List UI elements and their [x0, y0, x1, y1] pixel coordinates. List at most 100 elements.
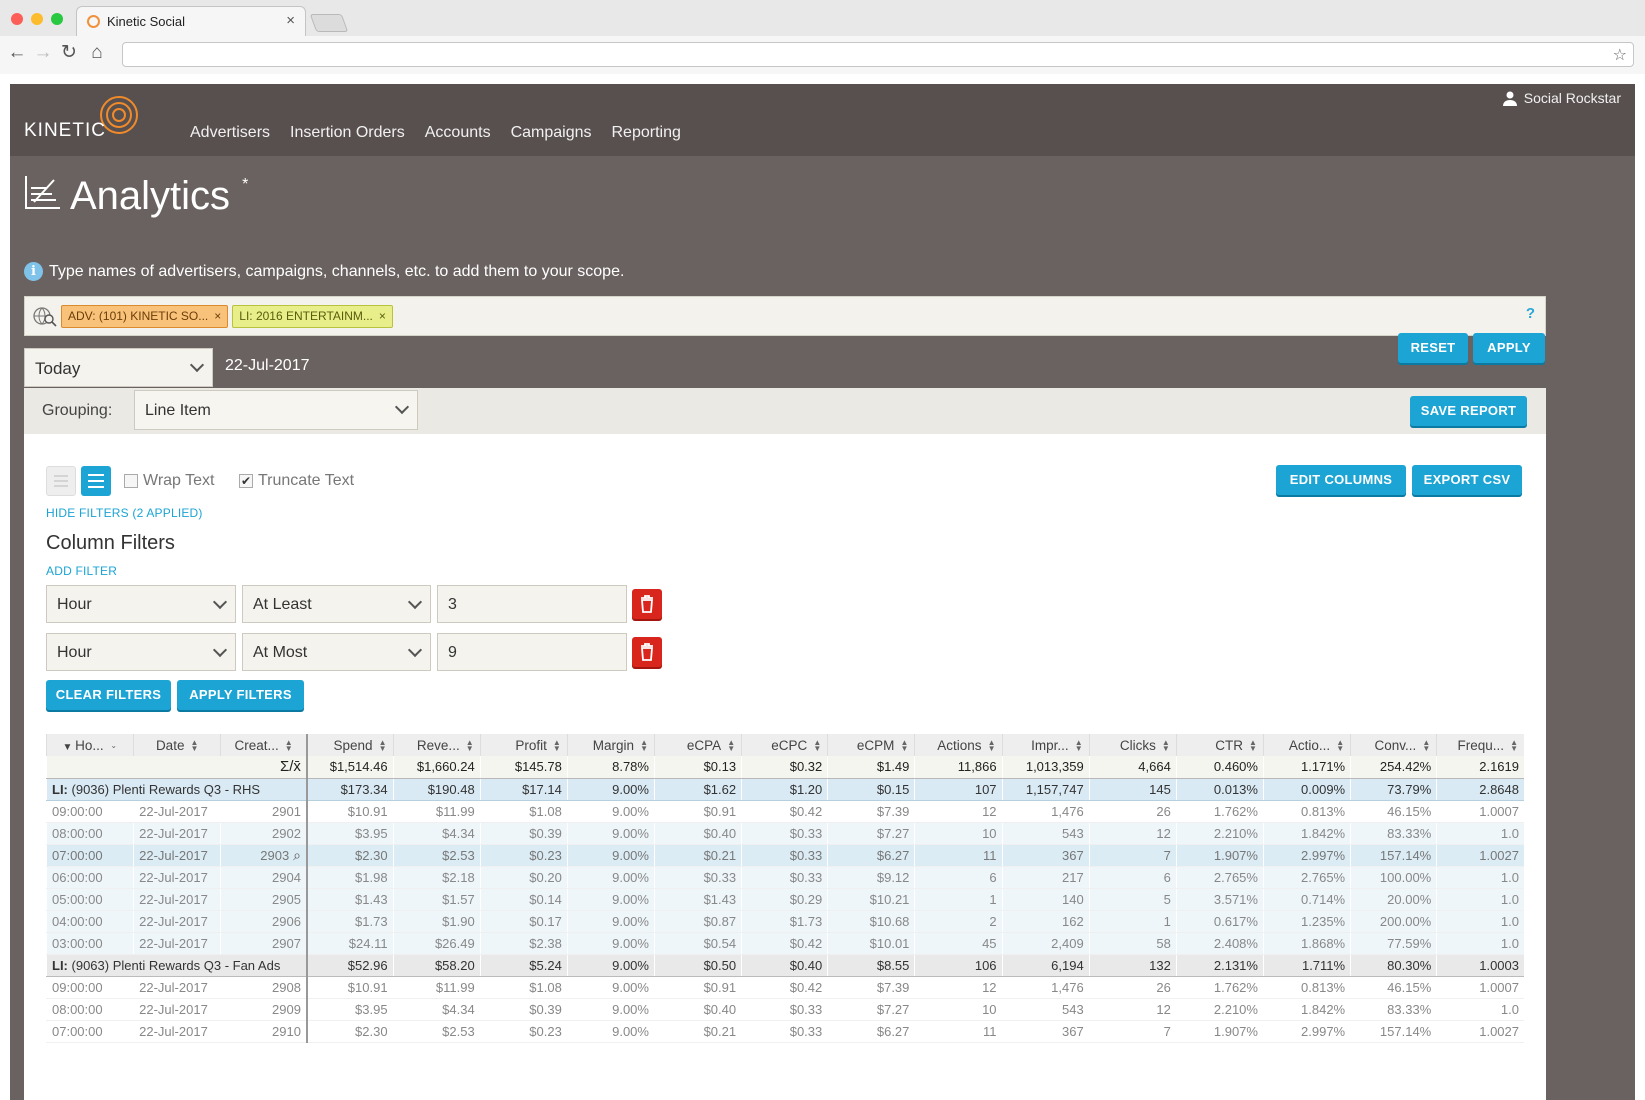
- group-row[interactable]: LI: (9036) Plenti Rewards Q3 - RHS $173.3…: [46, 778, 1524, 801]
- sort-icon[interactable]: ▲ ▼: [1336, 738, 1344, 752]
- table-row[interactable]: 08:00:00 22-Jul-2017 2902 $3.95 $4.34 $0.39 9.…: [46, 822, 1524, 845]
- group-label: (9063) Plenti Rewards Q3 - Fan Ads: [71, 957, 281, 973]
- help-icon[interactable]: ?: [1526, 305, 1535, 322]
- export-csv-button[interactable]: EXPORT CSV: [1412, 465, 1522, 495]
- comfortable-view-button[interactable]: [81, 466, 111, 496]
- cell-text: $1.57: [442, 891, 475, 907]
- nav-campaigns[interactable]: Campaigns: [511, 124, 592, 142]
- edit-columns-button[interactable]: EDIT COLUMNS: [1276, 465, 1406, 495]
- column-header[interactable]: Conv... ▲ ▼: [1350, 734, 1437, 756]
- grouping-select[interactable]: Line Item: [134, 390, 418, 430]
- filter-2-value-input[interactable]: 9: [437, 633, 627, 671]
- column-header[interactable]: CTR ▲ ▼: [1175, 734, 1264, 756]
- sort-icon[interactable]: ▲ ▼: [1075, 738, 1083, 752]
- sort-icon[interactable]: ▲ ▼: [1249, 738, 1257, 752]
- truncate-text-checkbox[interactable]: ✔ Truncate Text: [239, 472, 354, 490]
- sort-icon[interactable]: ▲ ▼: [988, 738, 996, 752]
- home-icon[interactable]: ⌂: [85, 40, 109, 66]
- checkbox-box[interactable]: [124, 474, 138, 488]
- apply-button[interactable]: APPLY: [1473, 333, 1545, 363]
- column-header[interactable]: Frequ... ▲ ▼: [1436, 734, 1524, 756]
- table-row[interactable]: 04:00:00 22-Jul-2017 2906 $1.73 $1.90 $0.17 9.…: [46, 910, 1524, 933]
- date-range-select[interactable]: Today: [24, 348, 213, 387]
- table-row[interactable]: 05:00:00 22-Jul-2017 2905 $1.43 $1.57 $0.14 9.…: [46, 888, 1524, 911]
- nav-reporting[interactable]: Reporting: [612, 124, 681, 142]
- scope-chip-line-item[interactable]: LI: 2016 ENTERTAINM... ×: [232, 304, 393, 328]
- new-tab-button[interactable]: [309, 14, 349, 32]
- filter-1-delete-button[interactable]: [632, 589, 662, 619]
- table-row[interactable]: 07:00:00 22-Jul-2017 2910 $2.30 $2.53 $0.23 9.…: [46, 1020, 1524, 1043]
- sort-icon[interactable]: ▲ ▼: [727, 738, 735, 752]
- table-row[interactable]: 03:00:00 22-Jul-2017 2907 $24.11 $26.49 $2.38…: [46, 932, 1524, 955]
- column-header[interactable]: Impr... ▲ ▼: [1001, 734, 1090, 756]
- table-row[interactable]: 09:00:00 22-Jul-2017 2908 $10.91 $11.99 $1.08…: [46, 976, 1524, 999]
- column-header[interactable]: Date ▲ ▼: [133, 734, 221, 756]
- group-row[interactable]: LI: (9063) Plenti Rewards Q3 - Fan Ads $5…: [46, 953, 1524, 977]
- filter-2-delete-button[interactable]: [632, 637, 662, 667]
- column-header[interactable]: eCPA ▲ ▼: [653, 734, 742, 756]
- filter-2-column-select[interactable]: Hour: [46, 633, 236, 671]
- browser-tab[interactable]: Kinetic Social ×: [76, 6, 306, 36]
- reset-button[interactable]: RESET: [1398, 333, 1468, 363]
- column-header[interactable]: Margin ▲ ▼: [566, 734, 655, 756]
- filter-1-column-select[interactable]: Hour: [46, 585, 236, 623]
- sort-icon[interactable]: ▲ ▼: [1510, 738, 1518, 752]
- hide-filters-link[interactable]: HIDE FILTERS (2 APPLIED): [46, 506, 203, 520]
- maximize-window-icon[interactable]: [51, 13, 63, 25]
- column-header[interactable]: Clicks ▲ ▼: [1088, 734, 1177, 756]
- user-menu[interactable]: Social Rockstar: [1502, 90, 1621, 106]
- tab-close-icon[interactable]: ×: [286, 12, 295, 29]
- sort-icon[interactable]: ▲ ▼: [466, 738, 474, 752]
- address-bar[interactable]: ☆: [122, 42, 1634, 67]
- table-row[interactable]: 08:00:00 22-Jul-2017 2909 $3.95 $4.34 $0.39 9.…: [46, 998, 1524, 1021]
- filter-1-operator-select[interactable]: At Least: [242, 585, 431, 623]
- chip-remove-icon[interactable]: ×: [379, 306, 386, 327]
- column-header[interactable]: eCPM ▲ ▼: [827, 734, 915, 756]
- kinetic-logo[interactable]: KINETIC: [24, 96, 154, 146]
- compact-view-button[interactable]: [46, 466, 76, 496]
- chip-remove-icon[interactable]: ×: [214, 306, 221, 327]
- bookmark-star-icon[interactable]: ☆: [1613, 45, 1627, 65]
- sort-icon[interactable]: ▲ ▼: [1422, 738, 1430, 752]
- checkbox-checked-icon[interactable]: ✔: [239, 474, 253, 488]
- column-header[interactable]: eCPC ▲ ▼: [741, 734, 828, 756]
- sort-icon[interactable]: ▲ ▼: [379, 738, 387, 752]
- scope-chip-advertiser[interactable]: ADV: (101) KINETIC SO... ×: [61, 304, 229, 328]
- clear-filters-button[interactable]: CLEAR FILTERS: [46, 680, 171, 710]
- column-header[interactable]: Actio... ▲ ▼: [1262, 734, 1351, 756]
- search-icon[interactable]: ⌕: [289, 847, 301, 863]
- sort-icon[interactable]: ▲ ▼: [813, 738, 821, 752]
- reload-icon[interactable]: ↻: [57, 40, 81, 66]
- save-report-button[interactable]: SAVE REPORT: [1410, 396, 1527, 426]
- column-header[interactable]: Reve... ▲ ▼: [392, 734, 481, 756]
- filter-1-value-input[interactable]: 3: [437, 585, 627, 623]
- minimize-window-icon[interactable]: [31, 13, 43, 25]
- table-row[interactable]: 07:00:00 22-Jul-2017 2903 ⌕ $2.30 $2.53 $0.23…: [46, 844, 1524, 867]
- sort-icon[interactable]: ▲ ▼: [1162, 738, 1170, 752]
- nav-advertisers[interactable]: Advertisers: [190, 124, 270, 142]
- forward-icon[interactable]: →: [31, 40, 55, 66]
- column-header[interactable]: Actions ▲ ▼: [914, 734, 1003, 756]
- sort-icon[interactable]: ▲ ▼: [640, 738, 648, 752]
- apply-filters-button[interactable]: APPLY FILTERS: [177, 680, 304, 710]
- chevron-down-icon[interactable]: ⌄: [110, 741, 118, 749]
- wrap-text-checkbox[interactable]: Wrap Text: [124, 472, 214, 490]
- sort-icon[interactable]: ▲ ▼: [285, 738, 293, 752]
- table-row[interactable]: 09:00:00 22-Jul-2017 2901 $10.91 $11.99 $1.08…: [46, 800, 1524, 823]
- back-icon[interactable]: ←: [5, 40, 29, 66]
- scope-input[interactable]: ADV: (101) KINETIC SO... × LI: 2016 ENTER…: [24, 296, 1546, 336]
- filter-2-operator-select[interactable]: At Most: [242, 633, 431, 671]
- column-header[interactable]: Creat... ▲ ▼: [220, 734, 308, 756]
- sort-icon[interactable]: ▲ ▼: [190, 738, 199, 752]
- table-cell: $1.73: [741, 910, 828, 933]
- table-row[interactable]: 06:00:00 22-Jul-2017 2904 $1.98 $2.18 $0.20 9.…: [46, 866, 1524, 889]
- close-window-icon[interactable]: [11, 13, 23, 25]
- nav-insertion-orders[interactable]: Insertion Orders: [290, 124, 405, 142]
- add-filter-link[interactable]: ADD FILTER: [46, 564, 117, 578]
- column-header[interactable]: ▼ Ho... ⌄: [46, 734, 134, 756]
- column-header[interactable]: Profit ▲ ▼: [479, 734, 568, 756]
- sort-icon[interactable]: ▲ ▼: [900, 738, 908, 752]
- nav-accounts[interactable]: Accounts: [425, 124, 491, 142]
- column-header[interactable]: Spend ▲ ▼: [306, 734, 394, 756]
- sort-icon[interactable]: ▲ ▼: [553, 738, 561, 752]
